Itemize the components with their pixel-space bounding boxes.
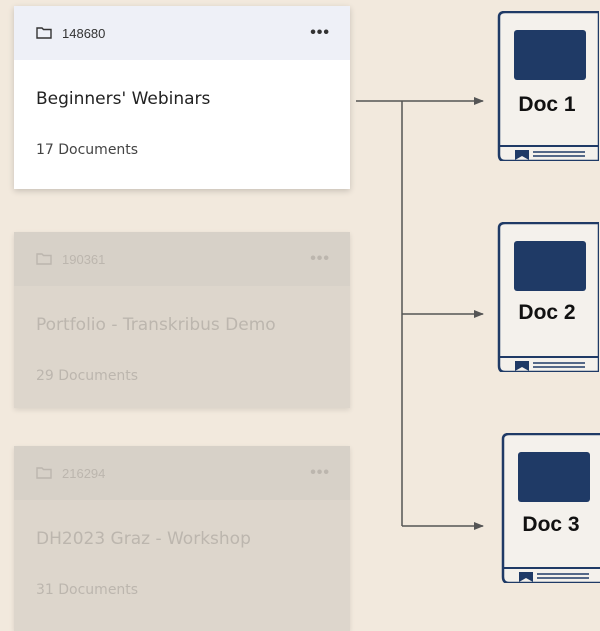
book-icon <box>497 222 599 372</box>
folder-icon <box>36 253 52 265</box>
folder-title[interactable]: DH2023 Graz - Workshop <box>14 500 350 552</box>
folder-icon <box>36 467 52 479</box>
folder-card-1[interactable]: 148680 ••• Beginners' Webinars 17 Docume… <box>14 6 350 189</box>
document-book-1[interactable]: Doc 1 <box>495 11 599 161</box>
folder-id: 148680 <box>62 25 106 41</box>
document-book-3[interactable]: Doc 3 <box>499 433 600 583</box>
document-label: Doc 1 <box>518 93 576 116</box>
document-label: Doc 2 <box>518 301 576 324</box>
folder-id-group: 148680 <box>36 26 105 41</box>
folder-card-header: 190361 ••• <box>14 232 350 286</box>
more-options-icon[interactable]: ••• <box>310 465 330 481</box>
folder-title[interactable]: Portfolio - Transkribus Demo <box>14 286 350 338</box>
folder-card-header: 216294 ••• <box>14 446 350 500</box>
folder-id-group: 190361 <box>36 252 105 267</box>
folder-id-group: 216294 <box>36 466 105 481</box>
folder-document-count: 29 Documents <box>36 368 139 384</box>
folder-id: 190361 <box>62 251 106 267</box>
document-label: Doc 3 <box>522 513 580 536</box>
folder-document-count: 17 Documents <box>36 142 139 158</box>
folder-document-count: 31 Documents <box>36 582 139 598</box>
more-options-icon[interactable]: ••• <box>310 25 330 41</box>
folder-id: 216294 <box>62 465 106 481</box>
more-options-icon[interactable]: ••• <box>310 251 330 267</box>
document-book-2[interactable]: Doc 2 <box>495 222 599 372</box>
diagram-canvas: 148680 ••• Beginners' Webinars 17 Docume… <box>0 0 600 631</box>
folder-card-2[interactable]: 190361 ••• Portfolio - Transkribus Demo … <box>14 232 350 408</box>
folder-card-3[interactable]: 216294 ••• DH2023 Graz - Workshop 31 Doc… <box>14 446 350 631</box>
folder-card-header: 148680 ••• <box>14 6 350 60</box>
book-icon <box>497 11 599 161</box>
folder-title[interactable]: Beginners' Webinars <box>14 60 350 112</box>
book-icon <box>501 433 600 583</box>
folder-icon <box>36 27 52 39</box>
